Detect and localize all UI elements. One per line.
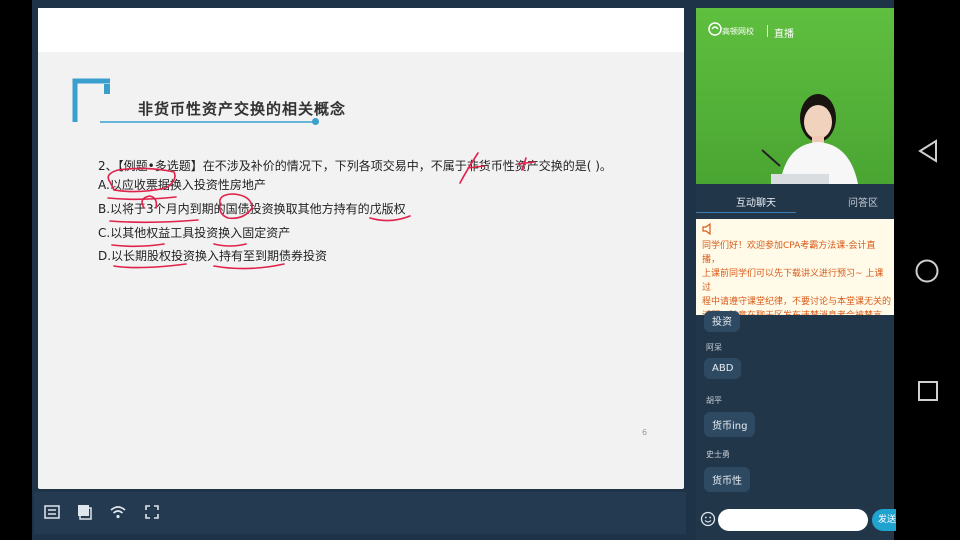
back-nav-icon[interactable]: [916, 138, 940, 164]
chat-notice: 同学们好！欢迎参加CPA考霸方法课-会计直播， 上课前同学们可以先下载讲义进行预…: [696, 219, 894, 315]
home-nav-icon[interactable]: [914, 258, 940, 284]
annot-underline-b: [109, 219, 199, 224]
bottom-toolbar: [34, 492, 686, 534]
notice-text: 同学们好！欢迎参加CPA考霸方法课-会计直播， 上课前同学们可以先下载讲义进行预…: [702, 241, 892, 315]
chat-message-bubble: 货币ing: [704, 412, 756, 437]
annot-underline-c: [111, 243, 247, 248]
annot-circle-a: [107, 167, 176, 193]
presenter-figure: [761, 94, 858, 184]
wifi-icon[interactable]: [108, 502, 128, 522]
fullscreen-icon[interactable]: [142, 502, 162, 522]
layout-switch-icon[interactable]: [74, 502, 94, 522]
annot-circle-b-num: [141, 195, 158, 209]
tab-chat[interactable]: 互动聊天: [736, 194, 776, 209]
right-panel: 高顿网校 直播 互动聊天 问答区 同学们好！欢迎参加CPA考霸方法课-会计直播，…: [696, 8, 896, 540]
slide-canvas: 非货币性资产交换的相关概念 2、【例题•多选题】在不涉及补价的情况下，下列各项交…: [38, 8, 684, 489]
emoji-icon[interactable]: [700, 511, 716, 527]
chat-message-name: 胡平: [706, 396, 722, 405]
tab-active-indicator: [696, 212, 796, 213]
chat-message-name: 史士勇: [706, 450, 730, 459]
chat-input[interactable]: [718, 509, 868, 531]
chat-message-name: 阿呆: [706, 343, 722, 352]
chat-message-bubble: 投资: [704, 311, 740, 332]
page-number: 6: [642, 428, 648, 437]
teacher-video[interactable]: 高顿网校 直播: [696, 8, 894, 184]
send-button[interactable]: 发送: [872, 509, 896, 531]
annot-tick-2: [517, 157, 535, 171]
annot-underline-b2: [369, 215, 411, 222]
pen-annotations: [107, 152, 535, 270]
chat-message-bubble: ABD: [704, 358, 742, 379]
recent-apps-nav-icon[interactable]: [917, 380, 939, 402]
panel-tabs: 互动聊天 问答区: [696, 191, 894, 213]
annot-tick-1: [459, 152, 485, 184]
annot-underline-a: [107, 196, 177, 201]
catalog-icon[interactable]: [42, 502, 62, 522]
tab-qa[interactable]: 问答区: [848, 194, 878, 209]
chat-message-bubble: 货币性: [704, 467, 750, 492]
speaker-icon: [702, 223, 711, 235]
annot-underline-d: [113, 263, 285, 270]
chat-input-bar: 发送: [696, 500, 896, 540]
annot-circle-b: [218, 193, 253, 220]
